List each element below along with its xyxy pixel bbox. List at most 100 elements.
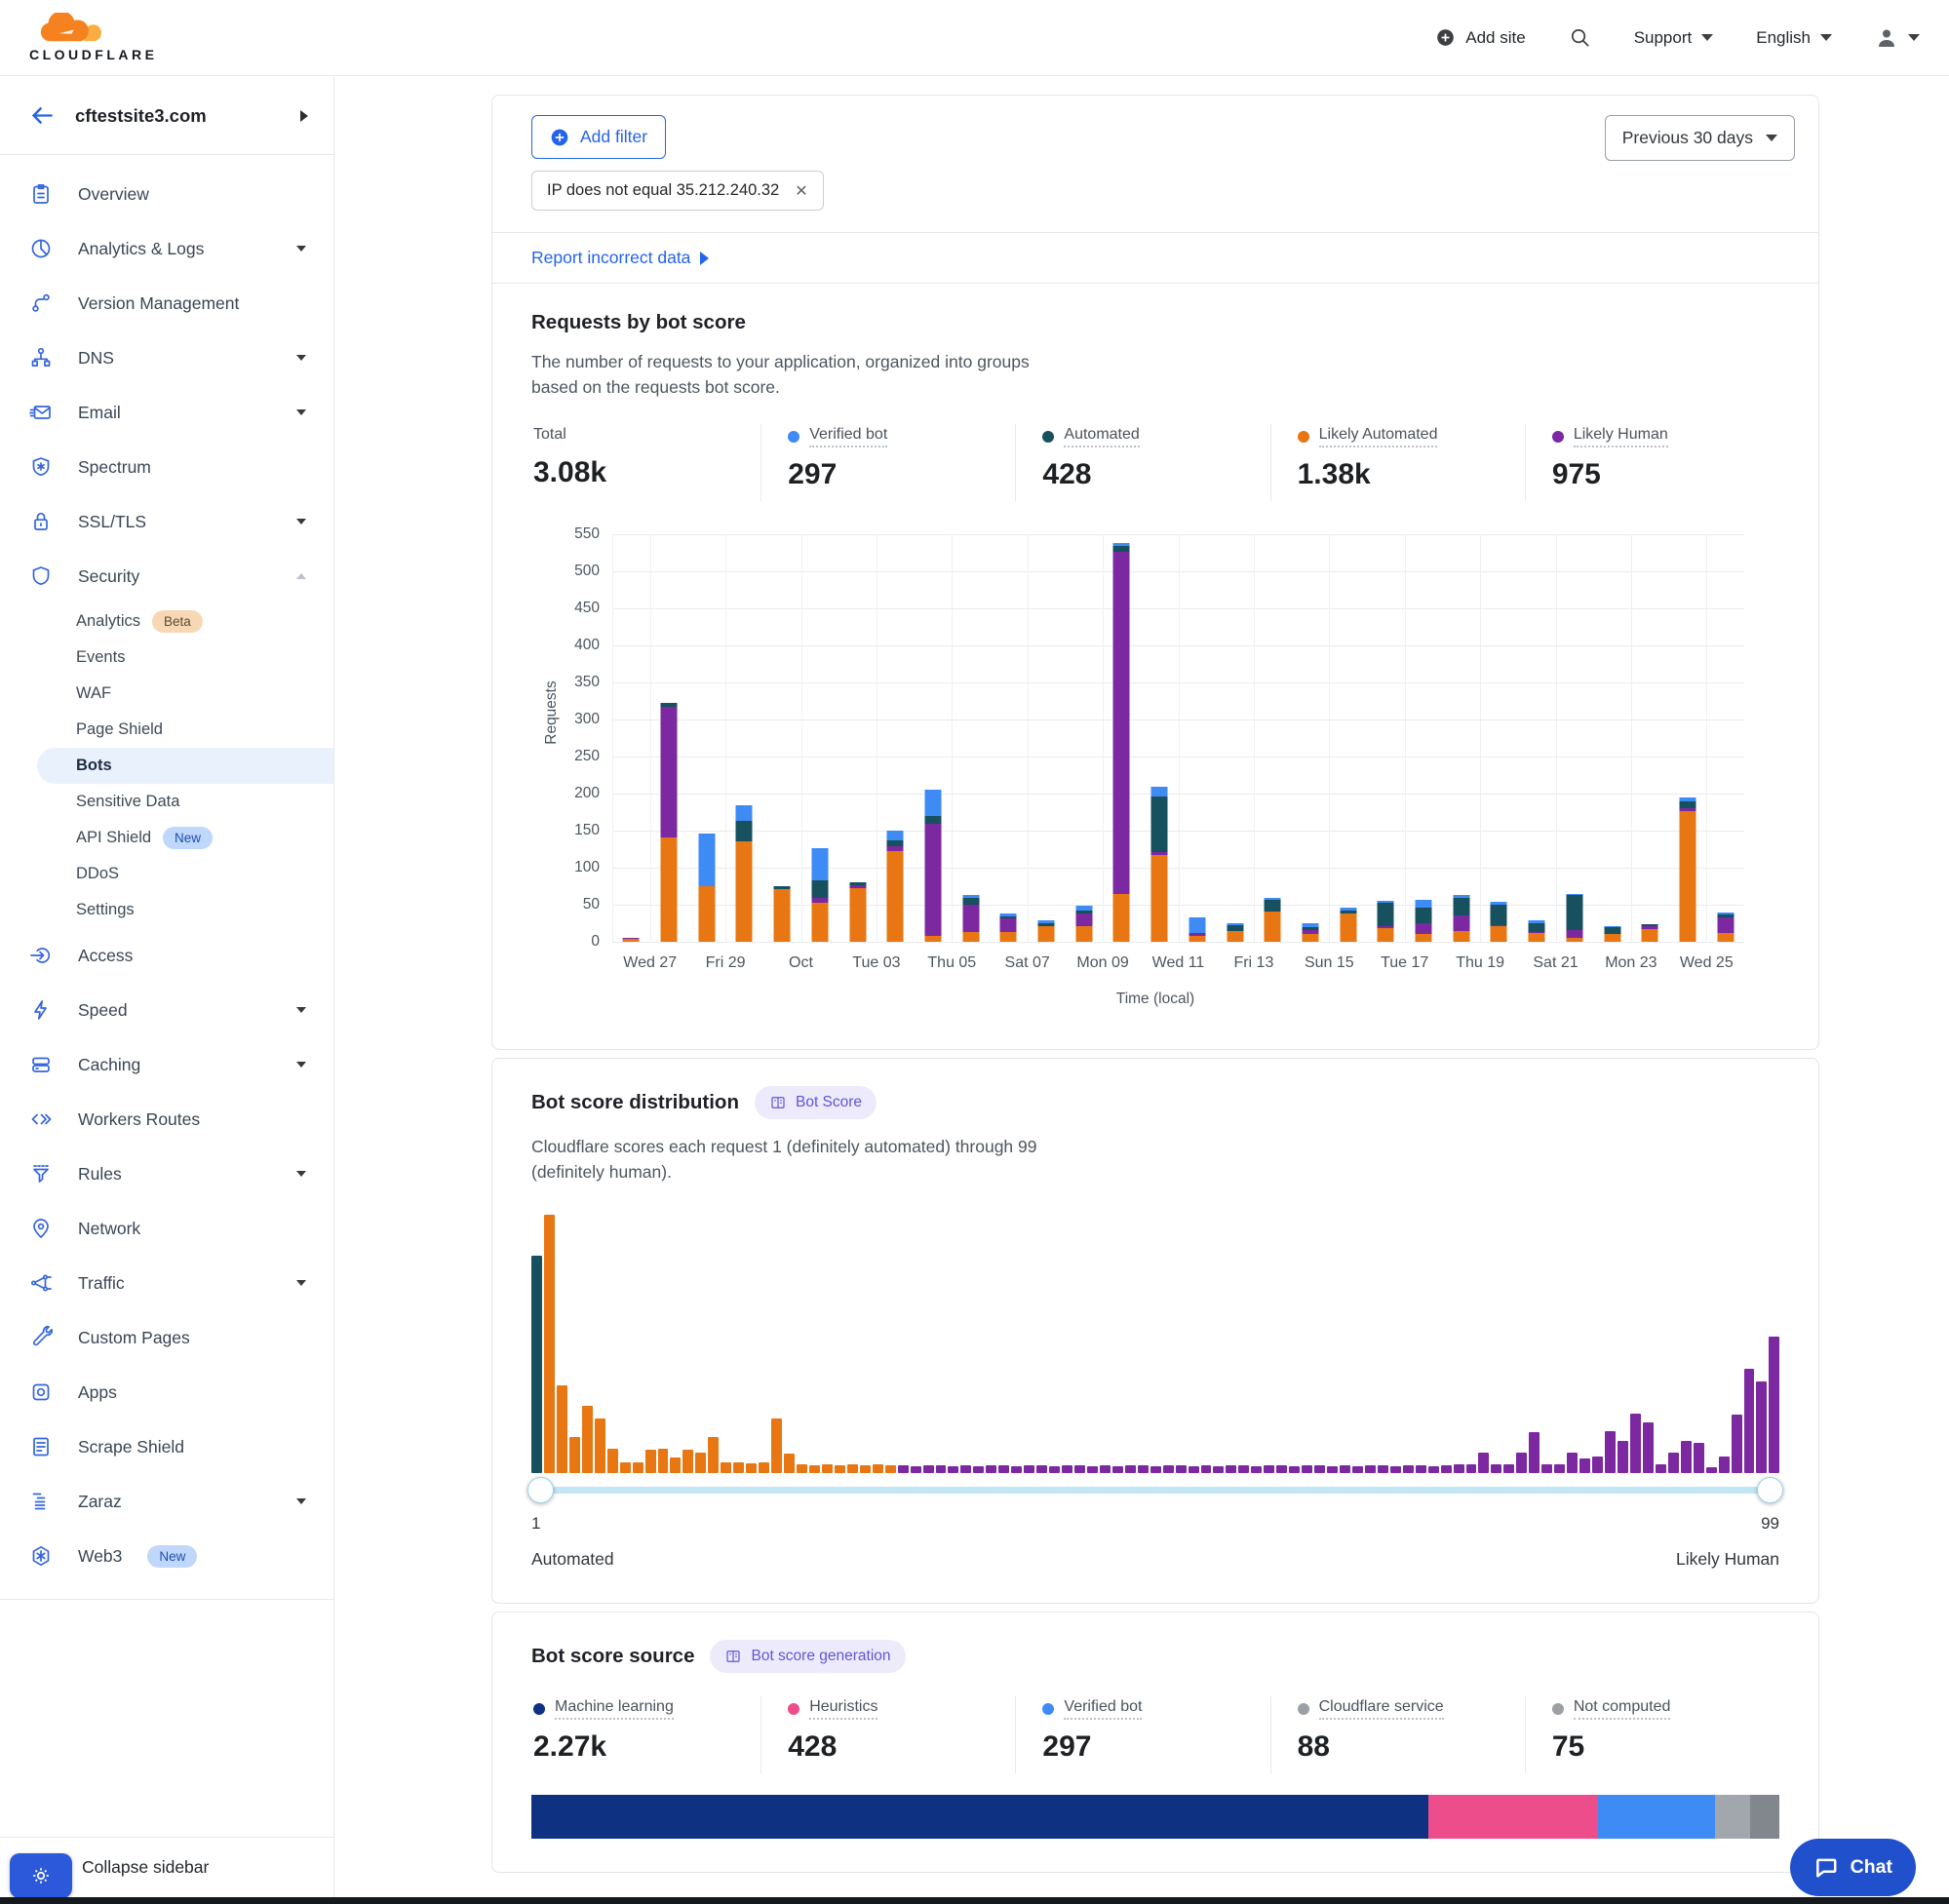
histogram-bar[interactable]	[784, 1454, 795, 1473]
histogram-bar[interactable]	[607, 1449, 618, 1473]
sidebar-item-email[interactable]: Email	[0, 385, 333, 440]
histogram-bar[interactable]	[1503, 1464, 1514, 1473]
stacked-bar[interactable]	[1340, 908, 1356, 941]
stacked-bar[interactable]	[1151, 787, 1168, 941]
histogram-bar[interactable]	[682, 1450, 693, 1473]
sidebar-item-network[interactable]: Network	[0, 1201, 333, 1256]
histogram-bar[interactable]	[1289, 1466, 1300, 1473]
histogram-bar[interactable]	[1579, 1458, 1590, 1473]
add-filter-button[interactable]: Add filter	[531, 115, 666, 159]
histogram-bar[interactable]	[645, 1450, 656, 1473]
histogram-bar[interactable]	[759, 1462, 769, 1473]
histogram-bar[interactable]	[986, 1465, 996, 1473]
histogram-bar[interactable]	[1314, 1465, 1325, 1473]
stacked-bar[interactable]	[1227, 923, 1243, 941]
histogram-bar[interactable]	[1125, 1465, 1136, 1473]
histogram-bar[interactable]	[1706, 1467, 1717, 1473]
histogram-bar[interactable]	[1036, 1465, 1047, 1473]
stacked-bar[interactable]	[1038, 920, 1055, 941]
stacked-bar[interactable]	[849, 882, 866, 942]
histogram-bar[interactable]	[595, 1418, 605, 1473]
gear-button[interactable]	[10, 1853, 72, 1898]
support-menu[interactable]: Support	[1634, 28, 1714, 48]
histogram-bar[interactable]	[531, 1256, 542, 1473]
histogram-bar[interactable]	[1491, 1464, 1501, 1473]
sidebar-item-scrape-shield[interactable]: Scrape Shield	[0, 1419, 333, 1474]
stacked-bar[interactable]	[1679, 797, 1696, 941]
stacked-bar[interactable]	[623, 938, 640, 942]
histogram-bar[interactable]	[1554, 1464, 1565, 1473]
report-incorrect-data-link[interactable]: Report incorrect data	[492, 233, 1818, 284]
sidebar-subitem-waf[interactable]: WAF	[0, 676, 333, 712]
histogram-bar[interactable]	[1087, 1466, 1098, 1473]
histogram-bar[interactable]	[847, 1464, 858, 1473]
sidebar-item-dns[interactable]: DNS	[0, 330, 333, 385]
chevron-right-icon[interactable]	[300, 110, 308, 122]
sidebar-subitem-bots[interactable]: Bots	[37, 748, 333, 784]
histogram-bar[interactable]	[1478, 1453, 1489, 1473]
histogram-bar[interactable]	[1365, 1465, 1376, 1473]
histogram-bar[interactable]	[1719, 1457, 1730, 1473]
histogram-bar[interactable]	[1112, 1466, 1123, 1473]
stacked-bar[interactable]	[736, 805, 753, 941]
histogram-bar[interactable]	[1201, 1465, 1212, 1473]
histogram-bar[interactable]	[860, 1465, 871, 1473]
histogram-bar[interactable]	[898, 1465, 909, 1473]
histogram-bar[interactable]	[1428, 1466, 1439, 1473]
stacked-bar[interactable]	[698, 834, 715, 942]
histogram-bar[interactable]	[973, 1466, 984, 1473]
histogram-bar[interactable]	[1567, 1453, 1578, 1473]
stacked-bar[interactable]	[774, 886, 791, 942]
stacked-bar[interactable]	[1189, 917, 1205, 941]
stacked-bar[interactable]	[1453, 895, 1469, 942]
slider-handle-max[interactable]	[1757, 1477, 1783, 1503]
histogram-bar[interactable]	[633, 1462, 643, 1473]
histogram-bar[interactable]	[1049, 1466, 1060, 1473]
stacked-bar[interactable]	[1604, 926, 1620, 942]
histogram-bar[interactable]	[620, 1462, 631, 1473]
histogram-bar[interactable]	[1213, 1466, 1224, 1473]
histogram-bar[interactable]	[1226, 1465, 1236, 1473]
histogram-bar[interactable]	[771, 1418, 782, 1473]
histogram-bar[interactable]	[1618, 1441, 1628, 1473]
histogram-bar[interactable]	[708, 1437, 719, 1473]
sidebar-item-traffic[interactable]: Traffic	[0, 1256, 333, 1310]
histogram-bar[interactable]	[809, 1465, 820, 1473]
stacked-bar[interactable]	[1265, 898, 1281, 941]
language-menu[interactable]: English	[1756, 28, 1832, 48]
stacked-bar[interactable]	[1302, 923, 1318, 942]
histogram-bar[interactable]	[1189, 1466, 1199, 1473]
stacked-bar[interactable]	[1378, 901, 1394, 942]
histogram-bar[interactable]	[1694, 1443, 1704, 1473]
histogram-bar[interactable]	[835, 1465, 845, 1473]
sidebar-item-ssl-tls[interactable]: SSL/TLS	[0, 494, 333, 549]
histogram-bar[interactable]	[658, 1449, 669, 1473]
sidebar-item-apps[interactable]: Apps	[0, 1365, 333, 1419]
histogram-bar[interactable]	[1276, 1465, 1287, 1473]
histogram-bar[interactable]	[1744, 1369, 1755, 1473]
histogram-bar[interactable]	[822, 1464, 833, 1473]
histogram-bar[interactable]	[695, 1453, 706, 1473]
histogram-bar[interactable]	[1100, 1465, 1111, 1473]
chat-button[interactable]: Chat	[1790, 1839, 1916, 1896]
histogram-bar[interactable]	[733, 1462, 744, 1473]
histogram-bar[interactable]	[1163, 1465, 1174, 1473]
histogram-bar[interactable]	[1390, 1466, 1401, 1473]
bot-score-generation-badge[interactable]: Bot score generation	[710, 1640, 905, 1673]
sidebar-subitem-events[interactable]: Events	[0, 640, 333, 676]
cloudflare-logo[interactable]: CLOUDFLARE	[29, 13, 157, 62]
histogram-bar[interactable]	[1251, 1466, 1262, 1473]
sidebar-item-overview[interactable]: Overview	[0, 167, 333, 221]
histogram-bar[interactable]	[1643, 1422, 1654, 1473]
slider-track[interactable]	[533, 1487, 1777, 1494]
slider-handle-min[interactable]	[527, 1477, 554, 1503]
histogram-bar[interactable]	[936, 1465, 947, 1473]
histogram-bar[interactable]	[1264, 1465, 1274, 1473]
search-icon[interactable]	[1569, 26, 1591, 49]
sidebar-item-caching[interactable]: Caching	[0, 1037, 333, 1092]
histogram-bar[interactable]	[569, 1437, 580, 1473]
sidebar-subitem-api-shield[interactable]: API ShieldNew	[0, 820, 333, 856]
sidebar-item-analytics-logs[interactable]: Analytics & Logs	[0, 221, 333, 276]
stacked-bar[interactable]	[661, 703, 678, 942]
histogram-bar[interactable]	[1176, 1465, 1187, 1473]
